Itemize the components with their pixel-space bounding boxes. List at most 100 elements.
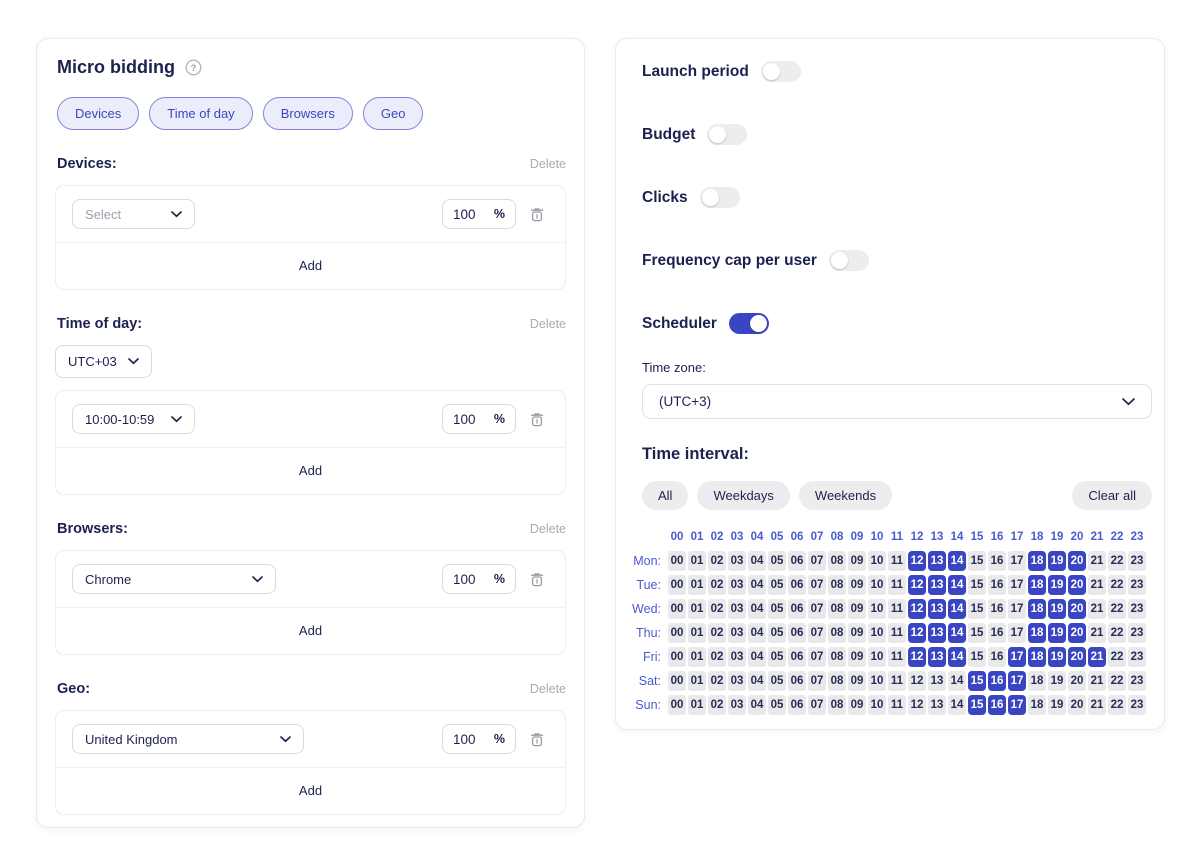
hour-cell[interactable]: 04 (748, 623, 766, 643)
hour-cell[interactable]: 07 (808, 599, 826, 619)
hour-cell[interactable]: 03 (728, 551, 746, 571)
hour-cell[interactable]: 09 (848, 647, 866, 667)
hour-cell[interactable]: 09 (848, 623, 866, 643)
frequency-cap-toggle[interactable] (828, 250, 869, 271)
hour-cell[interactable]: 16 (988, 671, 1006, 691)
hour-cell[interactable]: 08 (828, 551, 846, 571)
hour-cell[interactable]: 13 (928, 551, 946, 571)
hour-cell[interactable]: 19 (1048, 551, 1066, 571)
hour-cell[interactable]: 13 (928, 623, 946, 643)
hour-cell[interactable]: 00 (668, 623, 686, 643)
hour-cell[interactable]: 10 (868, 647, 886, 667)
hour-cell[interactable]: 11 (888, 575, 906, 595)
utc-offset-select[interactable]: UTC+03 (55, 345, 152, 378)
hour-cell[interactable]: 06 (788, 695, 806, 715)
hour-cell[interactable]: 19 (1048, 671, 1066, 691)
hour-cell[interactable]: 04 (748, 647, 766, 667)
hour-cell[interactable]: 01 (688, 623, 706, 643)
hour-cell[interactable]: 05 (768, 551, 786, 571)
hour-cell[interactable]: 09 (848, 599, 866, 619)
hour-cell[interactable]: 21 (1088, 623, 1106, 643)
hour-cell[interactable]: 16 (988, 599, 1006, 619)
hour-cell[interactable]: 01 (688, 599, 706, 619)
hour-cell[interactable]: 08 (828, 695, 846, 715)
hour-cell[interactable]: 20 (1068, 695, 1086, 715)
hour-cell[interactable]: 07 (808, 623, 826, 643)
hour-cell[interactable]: 12 (908, 695, 926, 715)
hour-cell[interactable]: 15 (968, 695, 986, 715)
hour-cell[interactable]: 16 (988, 623, 1006, 643)
delete-section-link[interactable]: Delete (530, 682, 566, 696)
hour-cell[interactable]: 13 (928, 599, 946, 619)
delete-section-link[interactable]: Delete (530, 317, 566, 331)
hour-cell[interactable]: 18 (1028, 647, 1046, 667)
hour-cell[interactable]: 07 (808, 647, 826, 667)
hour-cell[interactable]: 12 (908, 671, 926, 691)
hour-cell[interactable]: 16 (988, 575, 1006, 595)
clear-all-button[interactable]: Clear all (1072, 481, 1152, 510)
hour-cell[interactable]: 00 (668, 599, 686, 619)
launch-period-toggle[interactable] (760, 61, 801, 82)
hour-cell[interactable]: 05 (768, 647, 786, 667)
hour-cell[interactable]: 14 (948, 623, 966, 643)
help-icon[interactable]: ? (185, 59, 202, 76)
hour-cell[interactable]: 20 (1068, 671, 1086, 691)
hour-cell[interactable]: 14 (948, 575, 966, 595)
hour-cell[interactable]: 04 (748, 671, 766, 691)
hour-cell[interactable]: 03 (728, 623, 746, 643)
hour-cell[interactable]: 19 (1048, 623, 1066, 643)
clicks-toggle[interactable] (699, 187, 740, 208)
hour-cell[interactable]: 11 (888, 599, 906, 619)
hour-cell[interactable]: 08 (828, 599, 846, 619)
hour-cell[interactable]: 06 (788, 671, 806, 691)
percent-input[interactable]: 100 % (442, 404, 516, 434)
weekends-button[interactable]: Weekends (798, 481, 893, 510)
hour-cell[interactable]: 06 (788, 575, 806, 595)
hour-cell[interactable]: 12 (908, 647, 926, 667)
hour-cell[interactable]: 23 (1128, 623, 1146, 643)
hour-cell[interactable]: 02 (708, 575, 726, 595)
hour-cell[interactable]: 04 (748, 599, 766, 619)
hour-cell[interactable]: 02 (708, 551, 726, 571)
hour-cell[interactable]: 02 (708, 671, 726, 691)
hour-cell[interactable]: 02 (708, 599, 726, 619)
hour-cell[interactable]: 08 (828, 623, 846, 643)
add-row-button[interactable]: Add (56, 243, 565, 289)
hour-cell[interactable]: 19 (1048, 647, 1066, 667)
hour-cell[interactable]: 03 (728, 671, 746, 691)
geo-select[interactable]: United Kingdom (72, 724, 304, 754)
hour-cell[interactable]: 23 (1128, 647, 1146, 667)
hour-cell[interactable]: 12 (908, 599, 926, 619)
hour-cell[interactable]: 04 (748, 575, 766, 595)
pill-time-of-day[interactable]: Time of day (149, 97, 253, 130)
hour-cell[interactable]: 23 (1128, 551, 1146, 571)
time-zone-select[interactable]: (UTC+3) (642, 384, 1152, 419)
hour-cell[interactable]: 18 (1028, 551, 1046, 571)
hour-cell[interactable]: 00 (668, 671, 686, 691)
hour-cell[interactable]: 13 (928, 647, 946, 667)
hour-cell[interactable]: 22 (1108, 599, 1126, 619)
hour-cell[interactable]: 18 (1028, 599, 1046, 619)
hour-cell[interactable]: 12 (908, 623, 926, 643)
hour-cell[interactable]: 21 (1088, 575, 1106, 595)
hour-range-select[interactable]: 10:00-10:59 (72, 404, 195, 434)
hour-cell[interactable]: 11 (888, 695, 906, 715)
add-row-button[interactable]: Add (56, 448, 565, 494)
weekdays-button[interactable]: Weekdays (697, 481, 790, 510)
pill-geo[interactable]: Geo (362, 97, 424, 130)
hour-cell[interactable]: 21 (1088, 599, 1106, 619)
hour-cell[interactable]: 20 (1068, 599, 1086, 619)
hour-cell[interactable]: 14 (948, 551, 966, 571)
hour-cell[interactable]: 07 (808, 575, 826, 595)
hour-cell[interactable]: 22 (1108, 575, 1126, 595)
hour-cell[interactable]: 06 (788, 551, 806, 571)
hour-cell[interactable]: 00 (668, 647, 686, 667)
hour-cell[interactable]: 18 (1028, 575, 1046, 595)
hour-cell[interactable]: 17 (1008, 575, 1026, 595)
pill-devices[interactable]: Devices (57, 97, 140, 130)
hour-cell[interactable]: 20 (1068, 647, 1086, 667)
hour-cell[interactable]: 02 (708, 695, 726, 715)
hour-cell[interactable]: 19 (1048, 695, 1066, 715)
hour-cell[interactable]: 09 (848, 551, 866, 571)
hour-cell[interactable]: 18 (1028, 671, 1046, 691)
